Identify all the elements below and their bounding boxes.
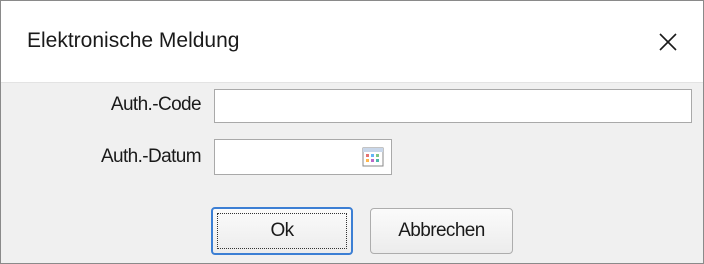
cancel-button-label: Abbrechen xyxy=(398,220,485,241)
auth-code-input[interactable] xyxy=(214,89,692,123)
calendar-button[interactable] xyxy=(361,146,385,168)
close-button[interactable] xyxy=(633,1,703,83)
title-bar: Elektronische Meldung xyxy=(1,1,703,83)
cancel-button[interactable]: Abbrechen xyxy=(370,208,513,254)
ok-button[interactable]: Ok xyxy=(211,207,353,255)
dialog-window: Elektronische Meldung Auth.-Code Auth.-D… xyxy=(0,0,704,264)
calendar-icon xyxy=(362,147,384,167)
auth-date-label: Auth.-Datum xyxy=(100,146,202,167)
close-icon xyxy=(659,33,677,51)
dialog-title: Elektronische Meldung xyxy=(27,29,240,52)
auth-code-label: Auth.-Code xyxy=(110,94,202,115)
ok-button-label: Ok xyxy=(270,220,294,241)
